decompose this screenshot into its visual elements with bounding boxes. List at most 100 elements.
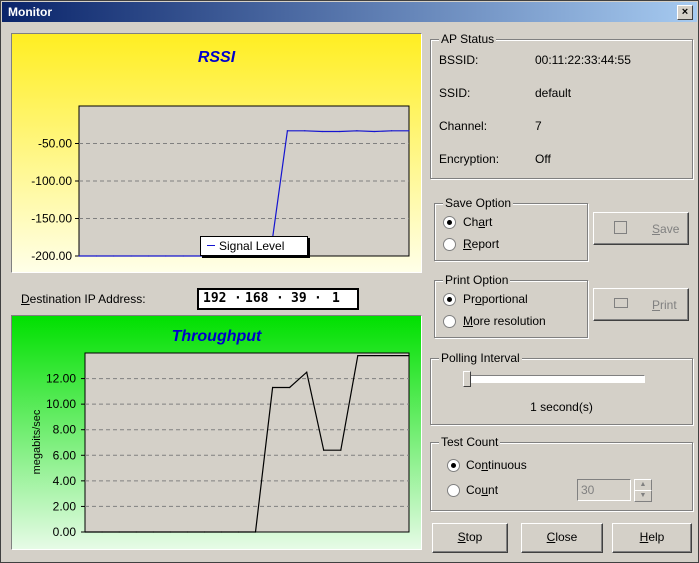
data-point bbox=[237, 531, 240, 533]
data-point bbox=[165, 255, 167, 257]
data-point bbox=[391, 130, 393, 132]
save-button[interactable]: Save bbox=[593, 212, 689, 245]
rssi-title: RSSI bbox=[197, 49, 236, 66]
ip-octet-1[interactable]: 192 bbox=[203, 291, 226, 306]
help-button[interactable]: Help bbox=[612, 523, 692, 553]
data-point bbox=[357, 354, 359, 357]
report-radio-label[interactable]: Report bbox=[463, 237, 499, 251]
polling-interval-title: Polling Interval bbox=[439, 351, 522, 365]
throughput-chart: 12.00 10.00 8.00 6.00 4.00 2.00 0.00 megabits/s… bbox=[31, 352, 410, 539]
data-point bbox=[220, 531, 223, 533]
close-window-icon[interactable]: × bbox=[677, 5, 693, 20]
ap-status-title: AP Status bbox=[439, 32, 497, 46]
rssi-legend: Signal Level bbox=[200, 236, 308, 256]
ip-octet-3[interactable]: 39 bbox=[291, 291, 307, 306]
data-point bbox=[186, 531, 188, 533]
report-radio[interactable] bbox=[443, 238, 456, 251]
data-point bbox=[147, 255, 150, 257]
printer-icon bbox=[614, 298, 628, 308]
y-tick-label: 0.00 bbox=[53, 525, 77, 539]
y-axis-label: megabits/sec bbox=[31, 409, 43, 474]
title-bar: Monitor × bbox=[2, 2, 697, 22]
ssid-label: SSID: bbox=[439, 86, 471, 100]
data-point bbox=[289, 386, 291, 389]
count-input[interactable]: 30 bbox=[577, 479, 631, 501]
print-option-title: Print Option bbox=[443, 273, 511, 287]
stop-button[interactable]: Stop bbox=[432, 523, 508, 553]
encryption-value: Off bbox=[535, 152, 551, 166]
close-button[interactable]: Close bbox=[521, 523, 603, 553]
legend-label: Signal Level bbox=[219, 239, 285, 253]
proportional-radio[interactable] bbox=[443, 293, 456, 306]
y-tick-label: -200.00 bbox=[31, 249, 72, 263]
bssid-label: BSSID: bbox=[439, 53, 479, 67]
data-point bbox=[306, 371, 308, 373]
test-count-title: Test Count bbox=[439, 435, 501, 449]
destination-ip-input[interactable]: 192 · 168 · 39 · 1 bbox=[197, 288, 359, 310]
polling-slider-thumb[interactable] bbox=[463, 371, 471, 387]
chart-radio[interactable] bbox=[443, 216, 456, 229]
chart-radio-label[interactable]: Chart bbox=[463, 215, 492, 229]
data-point bbox=[118, 531, 120, 533]
data-point bbox=[130, 255, 132, 257]
y-tick-label: 8.00 bbox=[53, 423, 77, 437]
window-title: Monitor bbox=[8, 5, 52, 19]
polling-interval-group: Polling Interval 1 second(s) bbox=[430, 351, 693, 425]
data-point bbox=[169, 531, 171, 533]
continuous-radio-label[interactable]: Continuous bbox=[466, 458, 527, 472]
data-point bbox=[286, 130, 289, 132]
y-tick-label: -100.00 bbox=[31, 174, 72, 188]
data-point bbox=[182, 255, 184, 257]
more-resolution-radio[interactable] bbox=[443, 315, 456, 328]
print-option-group: Print Option Proportional More resolutio… bbox=[434, 273, 588, 338]
count-value[interactable]: 30 bbox=[581, 483, 594, 497]
polling-value: 1 second(s) bbox=[530, 400, 593, 414]
data-point bbox=[84, 531, 86, 533]
channel-label: Channel: bbox=[439, 119, 488, 133]
data-point bbox=[408, 130, 410, 132]
data-point bbox=[254, 531, 257, 533]
plot-area bbox=[84, 352, 410, 533]
data-point bbox=[135, 531, 137, 533]
ap-status-group: AP Status BSSID: 00:11:22:33:44:55 SSID:… bbox=[430, 32, 693, 179]
rssi-panel: RSSI -50.00 -100.00 -150.00 -200.00 Signal … bbox=[11, 33, 422, 273]
count-radio-label[interactable]: Count bbox=[466, 483, 498, 497]
bssid-value: 00:11:22:33:44:55 bbox=[535, 53, 631, 67]
more-resolution-radio-label[interactable]: More resolution bbox=[463, 314, 546, 328]
ip-octet-2[interactable]: 168 bbox=[245, 291, 268, 306]
data-point bbox=[304, 130, 306, 132]
test-count-group: Test Count Continuous Count 30 ▲ ▼ bbox=[430, 435, 693, 511]
monitor-window: Monitor × RSSI -50.00 -100.00 -150.00 -200.… bbox=[0, 0, 699, 563]
data-point bbox=[113, 255, 115, 257]
data-point bbox=[356, 130, 358, 132]
ip-dot-2: · bbox=[276, 291, 284, 306]
data-point bbox=[323, 449, 325, 451]
count-spin-down[interactable]: ▼ bbox=[634, 490, 652, 502]
ip-octet-4[interactable]: 1 bbox=[332, 291, 340, 306]
count-radio[interactable] bbox=[447, 484, 460, 497]
data-point bbox=[373, 130, 375, 133]
data-point bbox=[338, 130, 341, 133]
y-tick-label: -150.00 bbox=[31, 212, 72, 226]
data-point bbox=[78, 255, 80, 257]
data-point bbox=[321, 130, 323, 133]
y-tick-label: 6.00 bbox=[53, 448, 77, 462]
y-tick-label: -50.00 bbox=[38, 137, 72, 151]
print-button-label: Print bbox=[652, 298, 677, 312]
channel-value: 7 bbox=[535, 119, 542, 133]
polling-slider-track[interactable] bbox=[465, 375, 645, 383]
y-tick-label: 4.00 bbox=[53, 474, 77, 488]
legend-line-icon bbox=[207, 245, 215, 246]
save-option-group: Save Option Chart Report bbox=[434, 196, 588, 261]
continuous-radio[interactable] bbox=[447, 459, 460, 472]
y-tick-label: 12.00 bbox=[46, 372, 76, 386]
proportional-radio-label[interactable]: Proportional bbox=[463, 292, 528, 306]
save-option-title: Save Option bbox=[443, 196, 514, 210]
data-point bbox=[391, 354, 393, 357]
y-tick-label: 2.00 bbox=[53, 499, 77, 513]
print-button[interactable]: Print bbox=[593, 288, 689, 321]
ssid-value: default bbox=[535, 86, 572, 100]
data-point bbox=[101, 531, 103, 533]
data-point bbox=[271, 386, 274, 389]
data-point bbox=[152, 531, 154, 533]
